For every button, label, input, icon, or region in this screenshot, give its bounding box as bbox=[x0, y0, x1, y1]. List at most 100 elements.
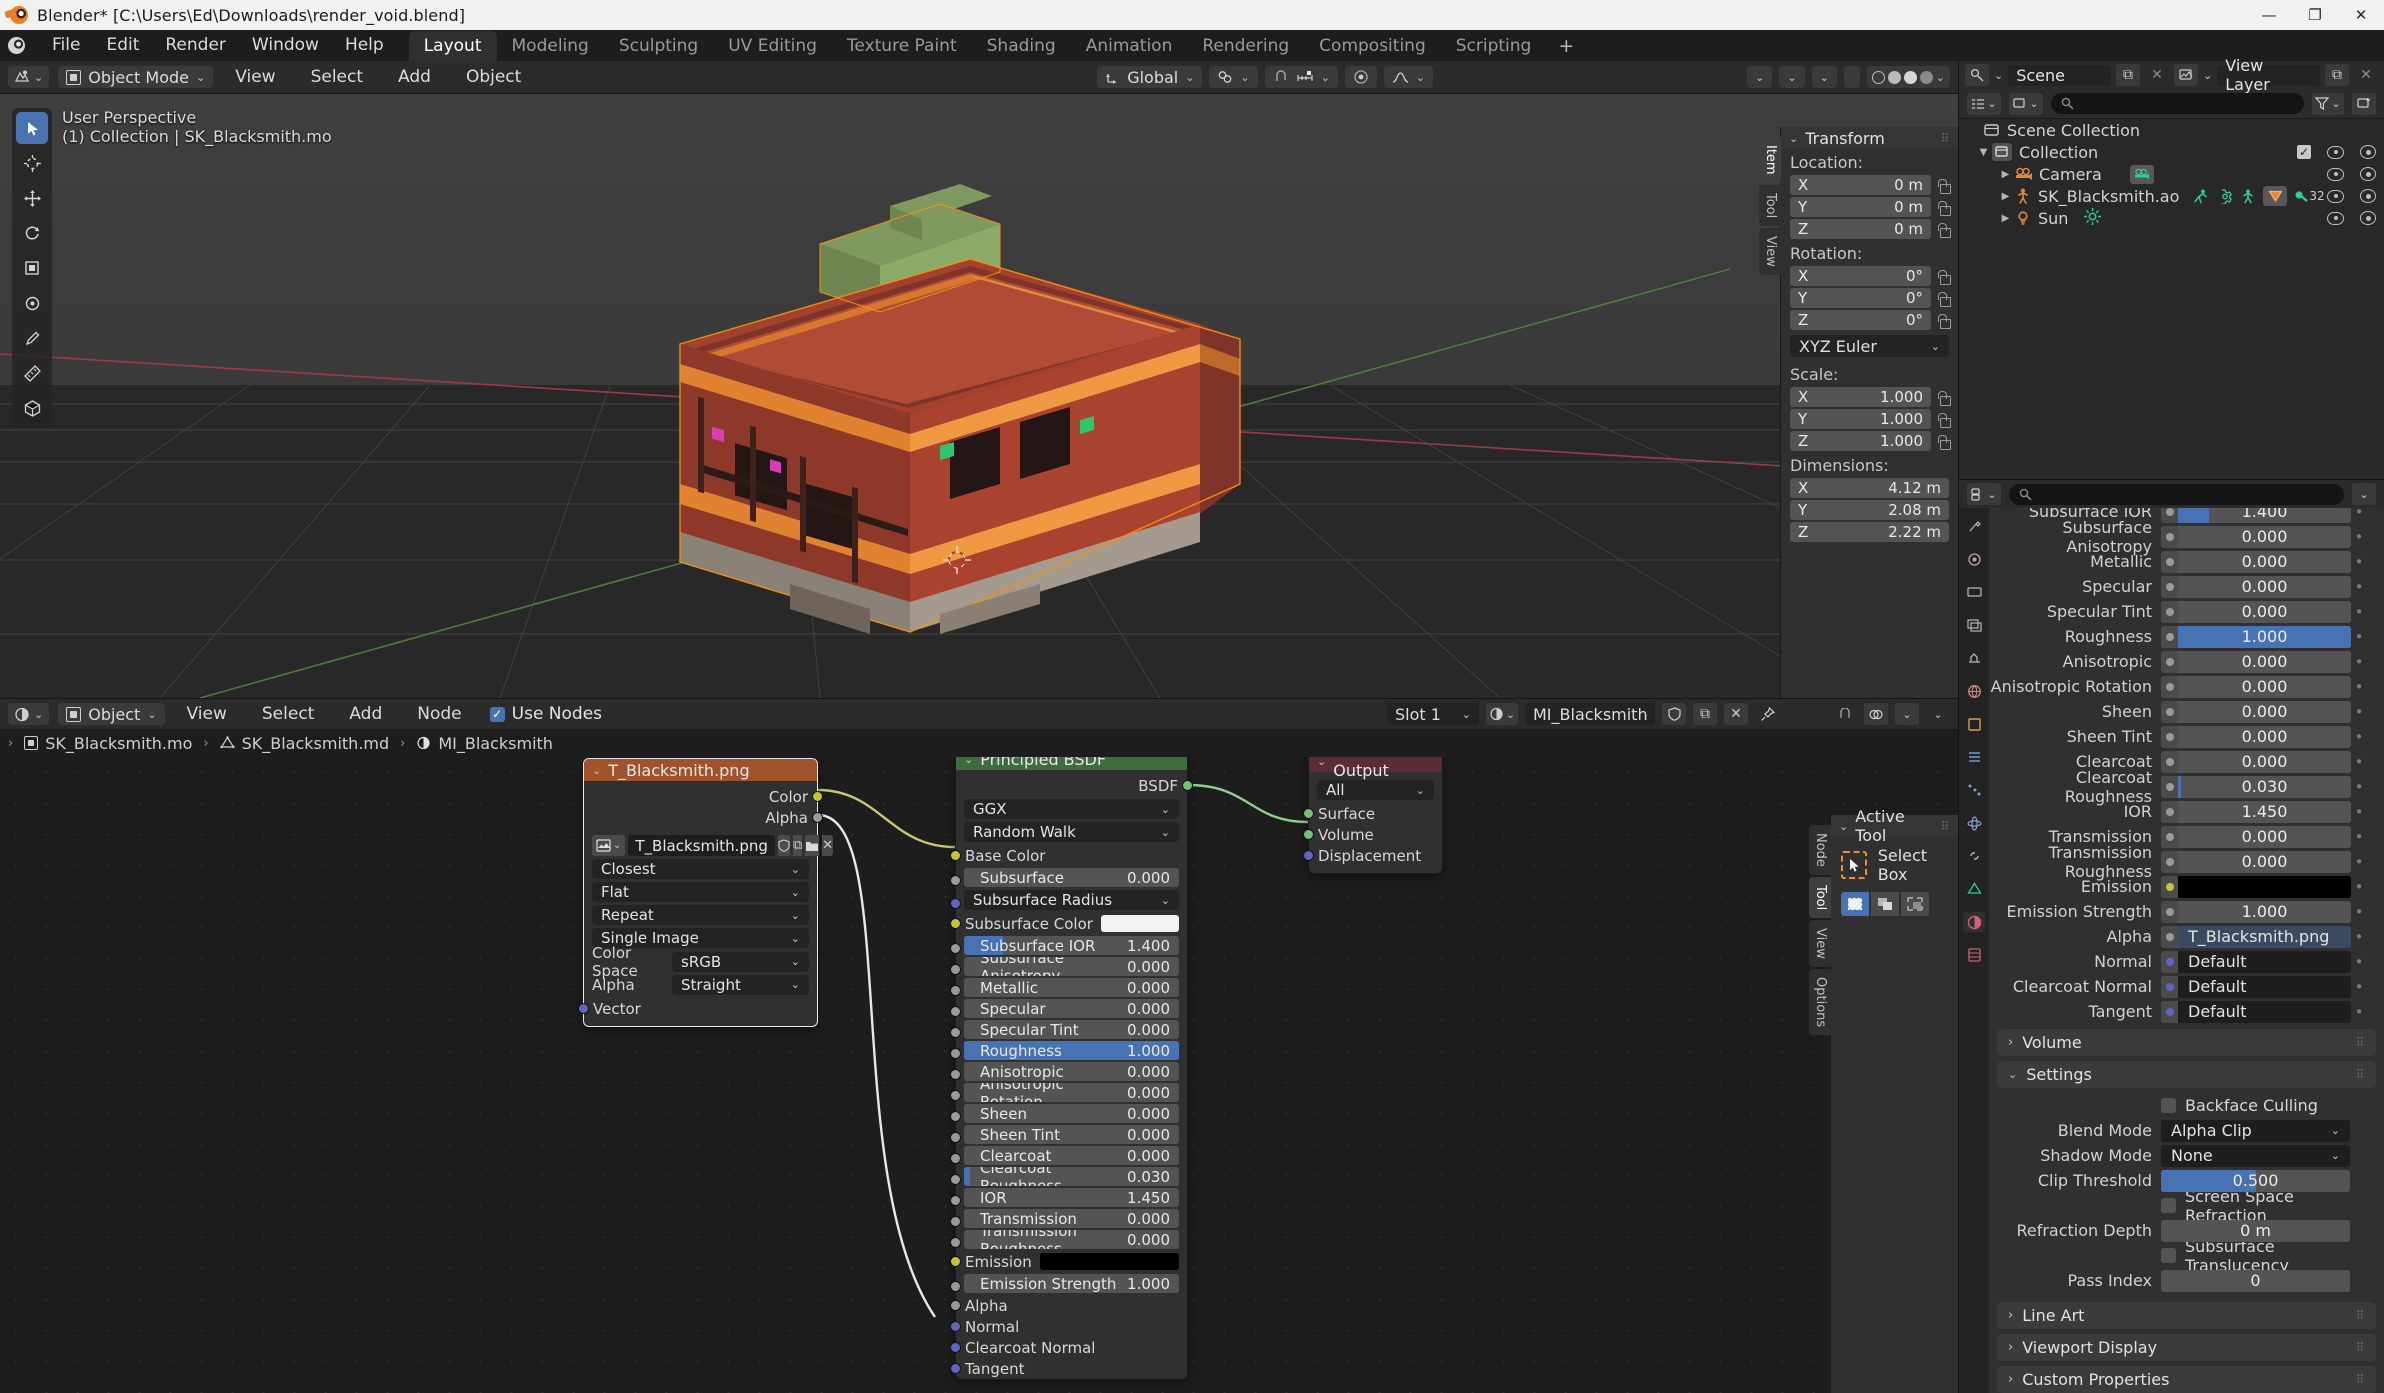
property-row[interactable]: Specular0.000• bbox=[1989, 574, 2384, 599]
shader-type-selector[interactable]: Object ⌄ bbox=[58, 703, 164, 725]
active-tool-panel-header[interactable]: ⌄ Active Tool ⠿ bbox=[1831, 815, 1958, 837]
sidebar-tab-view[interactable]: View bbox=[1759, 228, 1781, 275]
tool-rotate[interactable] bbox=[16, 217, 48, 249]
node-input-slider[interactable]: Subsurface IOR1.400 bbox=[964, 936, 1179, 955]
rotation-mode-selector[interactable]: XYZ Euler ⌄ bbox=[1790, 335, 1949, 357]
modifier-icon[interactable] bbox=[2216, 189, 2233, 204]
delete-scene-icon[interactable]: ✕ bbox=[2145, 64, 2169, 86]
properties-tab-object[interactable] bbox=[1963, 714, 1985, 734]
shader-sidebar-tab-tool[interactable]: Tool bbox=[1809, 877, 1831, 918]
tool-measure[interactable] bbox=[16, 357, 48, 389]
lock-icon[interactable] bbox=[1937, 413, 1949, 426]
location-x-row[interactable]: X0 m bbox=[1781, 174, 1958, 196]
property-slider[interactable]: 1.000 bbox=[2178, 626, 2351, 648]
node-input-slider-row[interactable]: Subsurface0.000 bbox=[956, 868, 1187, 887]
property-socket-icon[interactable] bbox=[2161, 701, 2178, 723]
tool-move[interactable] bbox=[16, 182, 48, 214]
outliner-row-collection[interactable]: ▼ Collection ✓ bbox=[1959, 141, 2384, 163]
shader-menu-add[interactable]: Add bbox=[336, 703, 395, 725]
node-input-slider-row[interactable]: Transmission0.000 bbox=[956, 1209, 1187, 1228]
node-input-slider-row[interactable]: Anisotropic0.000 bbox=[956, 1062, 1187, 1081]
sidebar-tab-tool[interactable]: Tool bbox=[1759, 185, 1781, 226]
outliner-display-mode-selector[interactable]: ⌄ bbox=[1967, 93, 2001, 115]
chevron-down-icon[interactable]: ⌄ bbox=[592, 764, 601, 777]
workspace-tab-animation[interactable]: Animation bbox=[1071, 31, 1188, 61]
socket-icon[interactable] bbox=[950, 1342, 961, 1353]
property-slider[interactable]: 0.000 bbox=[2178, 651, 2351, 673]
rotation-z-row[interactable]: Z0° bbox=[1781, 309, 1958, 331]
properties-tab-modifiers[interactable] bbox=[1963, 747, 1985, 767]
socket-surface-icon[interactable] bbox=[1303, 808, 1314, 819]
scale-z-row[interactable]: Z1.000 bbox=[1781, 430, 1958, 452]
property-socket-icon[interactable] bbox=[2161, 751, 2178, 773]
property-socket-icon[interactable] bbox=[2161, 576, 2178, 598]
new-view-layer-icon[interactable]: ⧉ bbox=[2325, 64, 2349, 86]
node-input-vector[interactable]: Vector bbox=[584, 998, 817, 1019]
property-animate-icon[interactable]: • bbox=[2351, 753, 2367, 771]
subsurface-translucency-row[interactable]: Subsurface Translucency bbox=[1989, 1243, 2367, 1268]
node-input-socket[interactable]: Alpha bbox=[956, 1295, 1187, 1316]
node-input-slider[interactable]: Roughness1.000 bbox=[964, 1041, 1179, 1060]
property-row[interactable]: IOR1.450• bbox=[1989, 799, 2384, 824]
workspace-tab-sculpting[interactable]: Sculpting bbox=[604, 31, 713, 61]
property-slider[interactable]: 0.000 bbox=[2178, 551, 2351, 573]
lock-icon[interactable] bbox=[1937, 314, 1949, 327]
snap-toggle[interactable]: ⌄ bbox=[1265, 66, 1338, 88]
property-color-swatch[interactable] bbox=[2178, 876, 2351, 898]
outliner-row-camera[interactable]: ▶ Camera bbox=[1959, 163, 2384, 185]
lock-icon[interactable] bbox=[1937, 270, 1949, 283]
chevron-down-icon[interactable]: ⌄ bbox=[1317, 757, 1326, 768]
menu-window[interactable]: Window bbox=[239, 30, 332, 61]
socket-icon[interactable] bbox=[950, 1195, 961, 1206]
refraction-depth-row[interactable]: Refraction Depth 0 m bbox=[1989, 1218, 2367, 1243]
property-row[interactable]: Emission Strength1.000• bbox=[1989, 899, 2384, 924]
location-z-row[interactable]: Z0 m bbox=[1781, 218, 1958, 240]
disclosure-triangle[interactable]: ▶ bbox=[1999, 191, 2012, 202]
unlink-image-icon[interactable]: ✕ bbox=[822, 835, 833, 856]
node-color-swatch[interactable] bbox=[1101, 915, 1179, 932]
properties-tab-constraints[interactable] bbox=[1963, 846, 1985, 866]
menu-help[interactable]: Help bbox=[332, 30, 397, 61]
shader-menu-view[interactable]: View bbox=[174, 703, 240, 725]
node-input-dropdown[interactable]: Subsurface Radius⌄ bbox=[964, 890, 1179, 910]
property-slider[interactable]: 0.000 bbox=[2178, 601, 2351, 623]
property-socket-icon[interactable] bbox=[2161, 951, 2178, 973]
chevron-down-icon[interactable]: ⌄ bbox=[2203, 69, 2212, 82]
fake-user-icon[interactable] bbox=[1662, 703, 1686, 725]
socket-icon[interactable] bbox=[950, 1132, 961, 1143]
node-input-slider[interactable]: Specular0.000 bbox=[964, 999, 1179, 1018]
viewport-menu-view[interactable]: View bbox=[222, 66, 288, 88]
property-slider[interactable]: 0.000 bbox=[2178, 726, 2351, 748]
shadow-mode-selector[interactable]: None ⌄ bbox=[2161, 1145, 2350, 1167]
node-input-slider-row[interactable]: Subsurface Anisotropy0.000 bbox=[956, 957, 1187, 976]
viewport-menu-object[interactable]: Object bbox=[453, 66, 534, 88]
shader-sidebar-tab-node[interactable]: Node bbox=[1809, 825, 1831, 875]
lock-icon[interactable] bbox=[1937, 223, 1949, 236]
new-material-icon[interactable]: ⧉ bbox=[1693, 703, 1717, 725]
property-animate-icon[interactable]: • bbox=[2351, 953, 2367, 971]
node-input-dropdown-row[interactable]: Subsurface Radius⌄ bbox=[956, 890, 1187, 910]
node-input-slider-row[interactable]: Sheen0.000 bbox=[956, 1104, 1187, 1123]
property-animate-icon[interactable]: • bbox=[2351, 1003, 2367, 1021]
workspace-tab-modeling[interactable]: Modeling bbox=[497, 31, 604, 61]
open-image-icon[interactable] bbox=[805, 835, 819, 856]
property-animate-icon[interactable]: • bbox=[2351, 978, 2367, 996]
breadcrumb-object[interactable]: SK_Blacksmith.mo bbox=[45, 734, 192, 753]
properties-options-chevron[interactable]: ⌄ bbox=[2352, 483, 2376, 505]
socket-color-icon[interactable] bbox=[812, 791, 823, 802]
color-space-selector[interactable]: sRGB ⌄ bbox=[672, 952, 809, 972]
property-socket-icon[interactable] bbox=[2161, 776, 2178, 798]
node-input-slider[interactable]: Anisotropic Rotation0.000 bbox=[964, 1083, 1179, 1102]
node-principled-bsdf[interactable]: ⌄ Principled BSDF BSDF GGX ⌄ Random Walk… bbox=[955, 757, 1188, 1380]
socket-icon[interactable] bbox=[950, 1363, 961, 1374]
alpha-mode-selector[interactable]: Straight ⌄ bbox=[672, 975, 809, 995]
property-animate-icon[interactable]: • bbox=[2351, 628, 2367, 646]
property-slider[interactable]: 0.000 bbox=[2178, 701, 2351, 723]
node-principled-bsdf-header[interactable]: ⌄ Principled BSDF bbox=[956, 757, 1187, 770]
lock-icon[interactable] bbox=[1937, 292, 1949, 305]
property-socket-icon[interactable] bbox=[2161, 526, 2178, 548]
disable-in-renders-icon[interactable] bbox=[2360, 145, 2376, 159]
node-input-slider-row[interactable]: Subsurface IOR1.400 bbox=[956, 936, 1187, 955]
node-input-socket[interactable]: Base Color bbox=[956, 845, 1187, 866]
refraction-depth-field[interactable]: 0 m bbox=[2161, 1220, 2350, 1242]
